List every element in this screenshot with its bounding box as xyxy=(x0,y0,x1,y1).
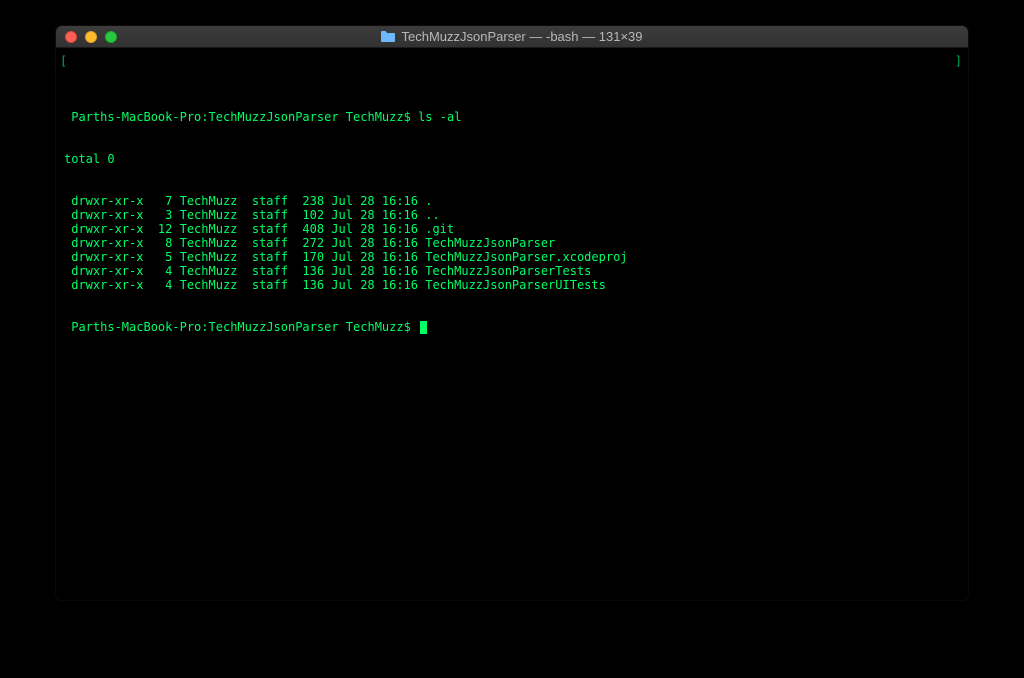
cursor xyxy=(420,321,427,334)
file-listing: drwxr-xr-x 7 TechMuzz staff 238 Jul 28 1… xyxy=(64,194,960,292)
prompt-line: Parths-MacBook-Pro:TechMuzzJsonParser Te… xyxy=(64,110,960,124)
window-title: TechMuzzJsonParser — -bash — 131×39 xyxy=(56,29,968,44)
list-item: drwxr-xr-x 4 TechMuzz staff 136 Jul 28 1… xyxy=(64,278,960,292)
traffic-lights xyxy=(56,31,117,43)
list-item: drwxr-xr-x 7 TechMuzz staff 238 Jul 28 1… xyxy=(64,194,960,208)
bracket-decoration: [ xyxy=(60,54,67,68)
title-text: TechMuzzJsonParser — -bash — 131×39 xyxy=(401,29,642,44)
bracket-decoration: ] xyxy=(955,54,962,68)
command-text: ls -al xyxy=(418,110,461,124)
maximize-button[interactable] xyxy=(105,31,117,43)
terminal-window: TechMuzzJsonParser — -bash — 131×39 [ ] … xyxy=(56,26,968,600)
terminal-body[interactable]: [ ] Parths-MacBook-Pro:TechMuzzJsonParse… xyxy=(56,48,968,600)
list-item: drwxr-xr-x 12 TechMuzz staff 408 Jul 28 … xyxy=(64,222,960,236)
titlebar[interactable]: TechMuzzJsonParser — -bash — 131×39 xyxy=(56,26,968,48)
prompt-line: Parths-MacBook-Pro:TechMuzzJsonParser Te… xyxy=(64,320,960,334)
minimize-button[interactable] xyxy=(85,31,97,43)
total-line: total 0 xyxy=(64,152,960,166)
close-button[interactable] xyxy=(65,31,77,43)
folder-icon xyxy=(381,31,395,42)
list-item: drwxr-xr-x 8 TechMuzz staff 272 Jul 28 1… xyxy=(64,236,960,250)
list-item: drwxr-xr-x 5 TechMuzz staff 170 Jul 28 1… xyxy=(64,250,960,264)
list-item: drwxr-xr-x 4 TechMuzz staff 136 Jul 28 1… xyxy=(64,264,960,278)
list-item: drwxr-xr-x 3 TechMuzz staff 102 Jul 28 1… xyxy=(64,208,960,222)
